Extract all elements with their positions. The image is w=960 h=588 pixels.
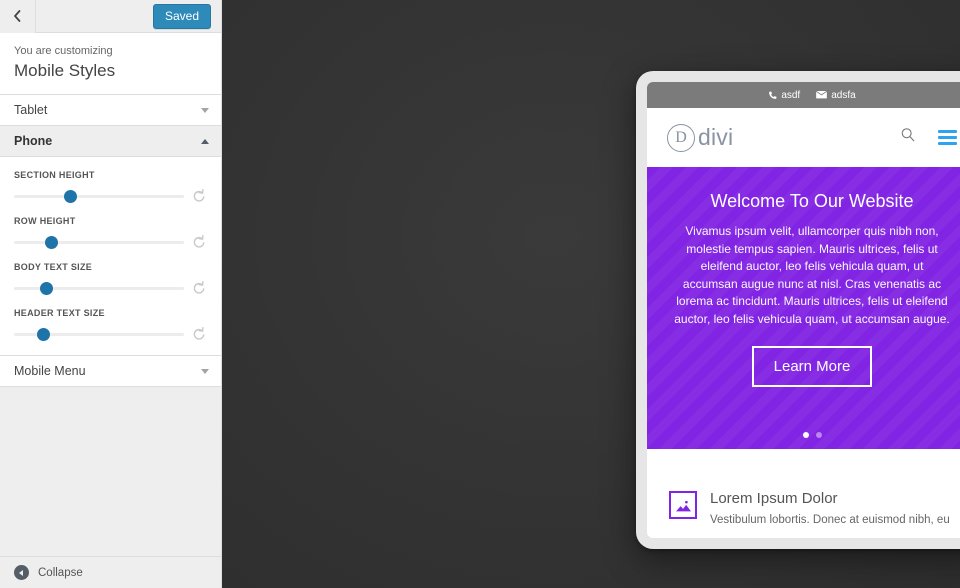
collapse-button[interactable]: Collapse (0, 556, 221, 588)
collapse-label: Collapse (38, 566, 83, 579)
device-screen: asdf adsfa D divi Welcome To Our Website… (647, 82, 960, 538)
save-button[interactable]: Saved (152, 4, 211, 29)
control-body-text-size: BODY TEXT SIZE (14, 262, 207, 295)
sidebar-empty-space (0, 387, 221, 556)
customizing-panel: You are customizing Mobile Styles (0, 33, 221, 95)
slider-row-body-text-size (14, 280, 207, 295)
reset-arrow-icon[interactable] (192, 234, 207, 249)
page-title: Mobile Styles (14, 61, 116, 80)
customizer-header: Saved (0, 0, 221, 33)
topbar-email-text: adsfa (831, 89, 856, 101)
hamburger-bar-1 (938, 130, 957, 133)
sidebar-item-label-tablet: Tablet (14, 103, 48, 117)
blurb-title: Lorem Ipsum Dolor (710, 490, 838, 507)
slider-pagination-dots (647, 432, 960, 438)
slider-thumb-body-text-size[interactable] (40, 281, 54, 295)
site-topbar: asdf adsfa (647, 82, 960, 108)
slider-track (14, 194, 184, 198)
slider-header-text-size[interactable] (14, 327, 184, 341)
slider-thumb-header-text-size[interactable] (36, 327, 50, 341)
collapse-arrow-glyph (19, 569, 23, 576)
preview-backdrop: asdf adsfa D divi Welcome To Our Website… (222, 0, 960, 588)
sidebar-item-phone[interactable]: Phone (0, 126, 221, 157)
slider-body-text-size[interactable] (14, 281, 184, 295)
envelope-icon (816, 91, 828, 99)
chevron-down-icon (201, 107, 209, 113)
sidebar-item-label-mobile-menu: Mobile Menu (14, 364, 86, 378)
hamburger-menu-icon[interactable] (938, 130, 957, 145)
image-placeholder-icon (669, 491, 697, 519)
blurb-copy: Lorem Ipsum Dolor Vestibulum lobortis. D… (710, 489, 950, 528)
site-logo[interactable]: D divi (667, 123, 734, 152)
blurb-text: Vestibulum lobortis. Donec at euismod ni… (710, 514, 950, 526)
device-preview-phone: asdf adsfa D divi Welcome To Our Website… (636, 71, 960, 549)
topbar-phone-text: asdf (781, 89, 801, 101)
slider-row-row-height (14, 234, 207, 249)
sidebar-item-mobile-menu[interactable]: Mobile Menu (0, 356, 221, 387)
customizing-eyebrow: You are customizing (14, 45, 113, 57)
slider-dot-2[interactable] (815, 432, 822, 438)
slider-section-height[interactable] (14, 189, 184, 203)
logo-text: divi (698, 124, 734, 150)
chevron-left-icon (12, 9, 23, 23)
hero-title: Welcome To Our Website (710, 191, 914, 211)
chevron-down-icon (201, 368, 209, 374)
hero-slider-section: Welcome To Our Website Vivamus ipsum vel… (647, 167, 960, 449)
phone-controls-panel: SECTION HEIGHT ROW HEIGHT BODY TEXT SIZE… (0, 157, 221, 356)
reset-arrow-icon[interactable] (192, 280, 207, 295)
control-label-body-text-size: BODY TEXT SIZE (14, 262, 93, 272)
hero-body-text: Vivamus ipsum velit, ullamcorper quis ni… (674, 224, 950, 326)
control-section-height: SECTION HEIGHT (14, 170, 207, 203)
slider-row-section-height (14, 188, 207, 203)
learn-more-button[interactable]: Learn More (751, 346, 873, 387)
topbar-phone-item[interactable]: asdf (768, 90, 800, 101)
slider-thumb-row-height[interactable] (45, 235, 59, 249)
chevron-up-icon (201, 138, 209, 144)
search-icon[interactable] (900, 127, 916, 148)
hamburger-bar-3 (938, 142, 957, 145)
blurb-section: Lorem Ipsum Dolor Vestibulum lobortis. D… (647, 449, 960, 528)
control-header-text-size: HEADER TEXT SIZE (14, 308, 207, 341)
nav-icons (900, 127, 957, 148)
sidebar-item-tablet[interactable]: Tablet (0, 95, 221, 126)
logo-mark-icon: D (667, 123, 695, 152)
slider-track (14, 240, 184, 244)
blurb-item: Lorem Ipsum Dolor Vestibulum lobortis. D… (647, 489, 960, 528)
sidebar-item-label-phone: Phone (14, 134, 53, 148)
back-button[interactable] (0, 0, 36, 33)
control-row-height: ROW HEIGHT (14, 216, 207, 249)
control-label-section-height: SECTION HEIGHT (14, 170, 95, 180)
collapse-arrow-icon (14, 565, 29, 580)
control-label-row-height: ROW HEIGHT (14, 216, 76, 226)
slider-thumb-section-height[interactable] (64, 189, 78, 203)
reset-arrow-icon[interactable] (192, 188, 207, 203)
hamburger-bar-2 (938, 136, 957, 139)
reset-arrow-icon[interactable] (192, 326, 207, 341)
slider-dot-1[interactable] (802, 432, 809, 438)
slider-row-header-text-size (14, 326, 207, 341)
control-label-header-text-size: HEADER TEXT SIZE (14, 308, 105, 318)
phone-icon (768, 91, 777, 100)
topbar-email-item[interactable]: adsfa (816, 89, 856, 101)
site-nav: D divi (647, 108, 960, 167)
customizer-sidebar: Saved You are customizing Mobile Styles … (0, 0, 222, 588)
slider-row-height[interactable] (14, 235, 184, 249)
